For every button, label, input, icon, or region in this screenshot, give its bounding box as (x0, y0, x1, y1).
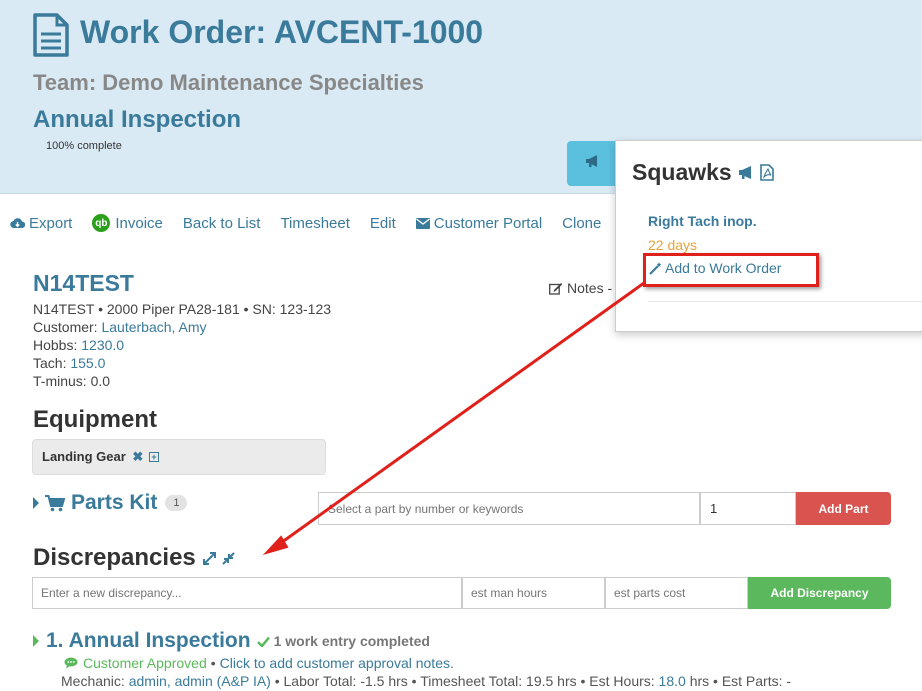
annotation-arrow (262, 281, 645, 555)
